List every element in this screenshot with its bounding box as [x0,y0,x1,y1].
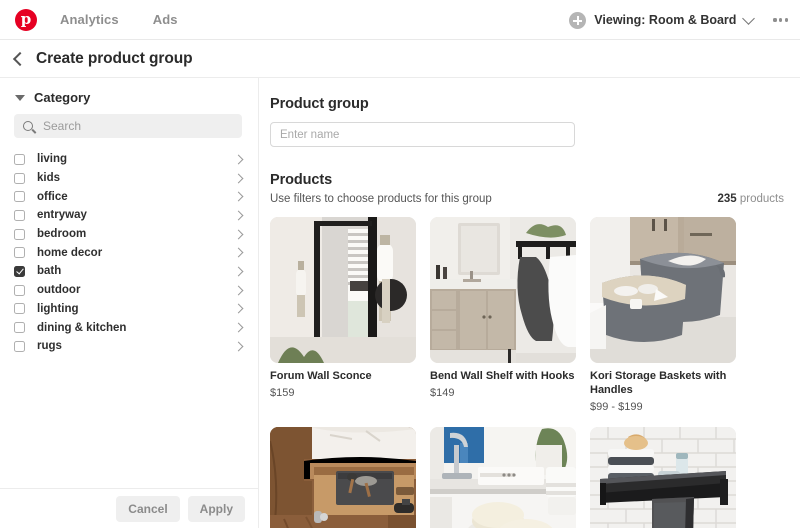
product-card[interactable]: Bend Wall Shelf with Hooks $149 [430,217,576,413]
page-header: Create product group [0,40,800,78]
product-card[interactable] [590,427,736,528]
chevron-left-icon[interactable] [13,51,27,65]
product-group-name-input[interactable] [270,122,575,147]
chevron-right-icon[interactable] [234,154,244,164]
category-filter-sidebar: Category Search living kids office [0,78,259,528]
category-label: home decor [37,247,102,259]
chevron-right-icon[interactable] [234,323,244,333]
chevron-down-icon[interactable] [743,12,756,25]
pinterest-logo[interactable]: p [15,9,37,31]
plus-circle-icon[interactable] [569,12,586,29]
nav-item-ads[interactable]: Ads [153,12,178,27]
chevron-right-icon[interactable] [234,192,244,202]
category-label: bedroom [37,228,86,240]
cancel-button[interactable]: Cancel [116,496,179,522]
product-count-value: 235 [718,193,737,205]
search-input-placeholder[interactable]: Search [43,119,81,133]
checkbox[interactable] [14,285,25,296]
checkbox[interactable] [14,247,25,258]
chevron-right-icon[interactable] [234,173,244,183]
chevron-right-icon[interactable] [234,229,244,239]
category-label: dining & kitchen [37,322,126,334]
product-count-unit: products [737,193,784,205]
search-icon [23,121,33,131]
product-group-heading: Product group [270,96,784,112]
category-item-kids[interactable]: kids [0,169,258,188]
checkbox[interactable] [14,303,25,314]
category-item-office[interactable]: office [0,187,258,206]
viewing-account-label[interactable]: Viewing: Room & Board [594,13,736,27]
category-label: rugs [37,340,62,352]
products-subheader-row: Use filters to choose products for this … [270,193,784,205]
category-item-bedroom[interactable]: bedroom [0,225,258,244]
category-label: outdoor [37,284,80,296]
main-panel: Product group Products Use filters to ch… [260,78,800,528]
chevron-right-icon[interactable] [234,210,244,220]
product-card[interactable] [430,427,576,528]
bathroom-wall-sconce-mirror-image[interactable] [270,217,416,363]
category-item-lighting[interactable]: lighting [0,300,258,319]
product-card[interactable]: Kori Storage Baskets with Handles $99 - … [590,217,736,413]
checkbox[interactable] [14,229,25,240]
checkbox-checked[interactable] [14,266,25,277]
category-section-title: Category [34,90,90,105]
product-price: $99 - $199 [590,401,736,413]
triangle-down-icon[interactable] [15,95,25,101]
product-price: $149 [430,387,576,399]
nav-item-analytics[interactable]: Analytics [60,12,119,27]
page-title: Create product group [36,50,192,68]
checkbox[interactable] [14,173,25,184]
walnut-drawer-organizer-image[interactable] [270,427,416,528]
category-label: entryway [37,209,87,221]
more-horizontal-icon[interactable] [773,18,788,21]
black-wall-shelf-towel-bar-image[interactable] [590,427,736,528]
chevron-right-icon[interactable] [234,285,244,295]
category-list: living kids office entryway bedroom [0,150,258,356]
category-item-outdoor[interactable]: outdoor [0,281,258,300]
category-label: lighting [37,303,79,315]
product-card[interactable] [270,427,416,528]
chevron-right-icon[interactable] [234,304,244,314]
category-item-living[interactable]: living [0,150,258,169]
checkbox[interactable] [14,191,25,202]
category-item-home-decor[interactable]: home decor [0,243,258,262]
chevron-right-icon[interactable] [234,267,244,277]
checkbox[interactable] [14,322,25,333]
products-section: Products Use filters to choose products … [270,172,784,205]
top-bar-right-group: Viewing: Room & Board [569,0,788,40]
top-navigation-bar: p Analytics Ads Viewing: Room & Board [0,0,800,40]
products-heading: Products [270,172,784,188]
soap-bars-sink-tray-image[interactable] [430,427,576,528]
products-subtitle: Use filters to choose products for this … [270,193,492,205]
product-title: Forum Wall Sconce [270,370,416,384]
category-label: living [37,153,67,165]
category-item-rugs[interactable]: rugs [0,337,258,356]
checkbox[interactable] [14,341,25,352]
category-label: kids [37,172,60,184]
category-item-dining-kitchen[interactable]: dining & kitchen [0,318,258,337]
chevron-right-icon[interactable] [234,341,244,351]
category-item-bath[interactable]: bath [0,262,258,281]
sidebar-footer: Cancel Apply [0,488,259,528]
product-title: Kori Storage Baskets with Handles [590,370,736,398]
chevron-right-icon[interactable] [234,248,244,258]
product-count: 235 products [718,193,785,205]
gray-woven-storage-baskets-image[interactable] [590,217,736,363]
product-price: $159 [270,387,416,399]
apply-button[interactable]: Apply [188,496,245,522]
category-item-entryway[interactable]: entryway [0,206,258,225]
product-grid: Forum Wall Sconce $159 [270,217,784,528]
category-search-box[interactable]: Search [14,114,242,138]
category-label: bath [37,265,61,277]
checkbox[interactable] [14,154,25,165]
category-section-header[interactable]: Category [0,78,258,114]
product-card[interactable]: Forum Wall Sconce $159 [270,217,416,413]
checkbox[interactable] [14,210,25,221]
bathroom-vanity-towel-hooks-image[interactable] [430,217,576,363]
app-root: p Analytics Ads Viewing: Room & Board Cr… [0,0,800,528]
category-label: office [37,191,68,203]
product-title: Bend Wall Shelf with Hooks [430,370,576,384]
